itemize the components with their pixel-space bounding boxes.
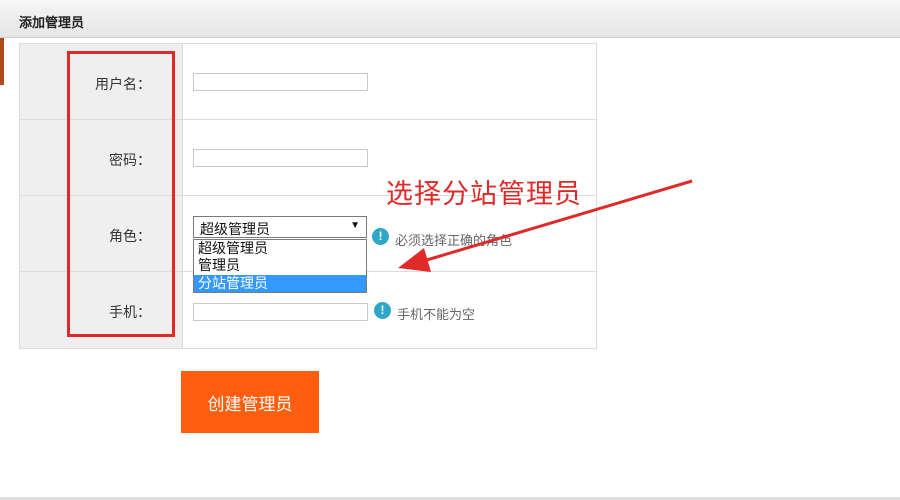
add-admin-dialog: 添加管理员 用户名： 密码： 角色： 超级管理员 ▼ ! 必须选择正确的角色 超… xyxy=(0,0,900,500)
arrow-head xyxy=(398,248,431,272)
arrow-shaft xyxy=(419,179,693,264)
annotation-arrow xyxy=(398,179,693,272)
create-admin-button[interactable]: 创建管理员 xyxy=(181,371,319,433)
